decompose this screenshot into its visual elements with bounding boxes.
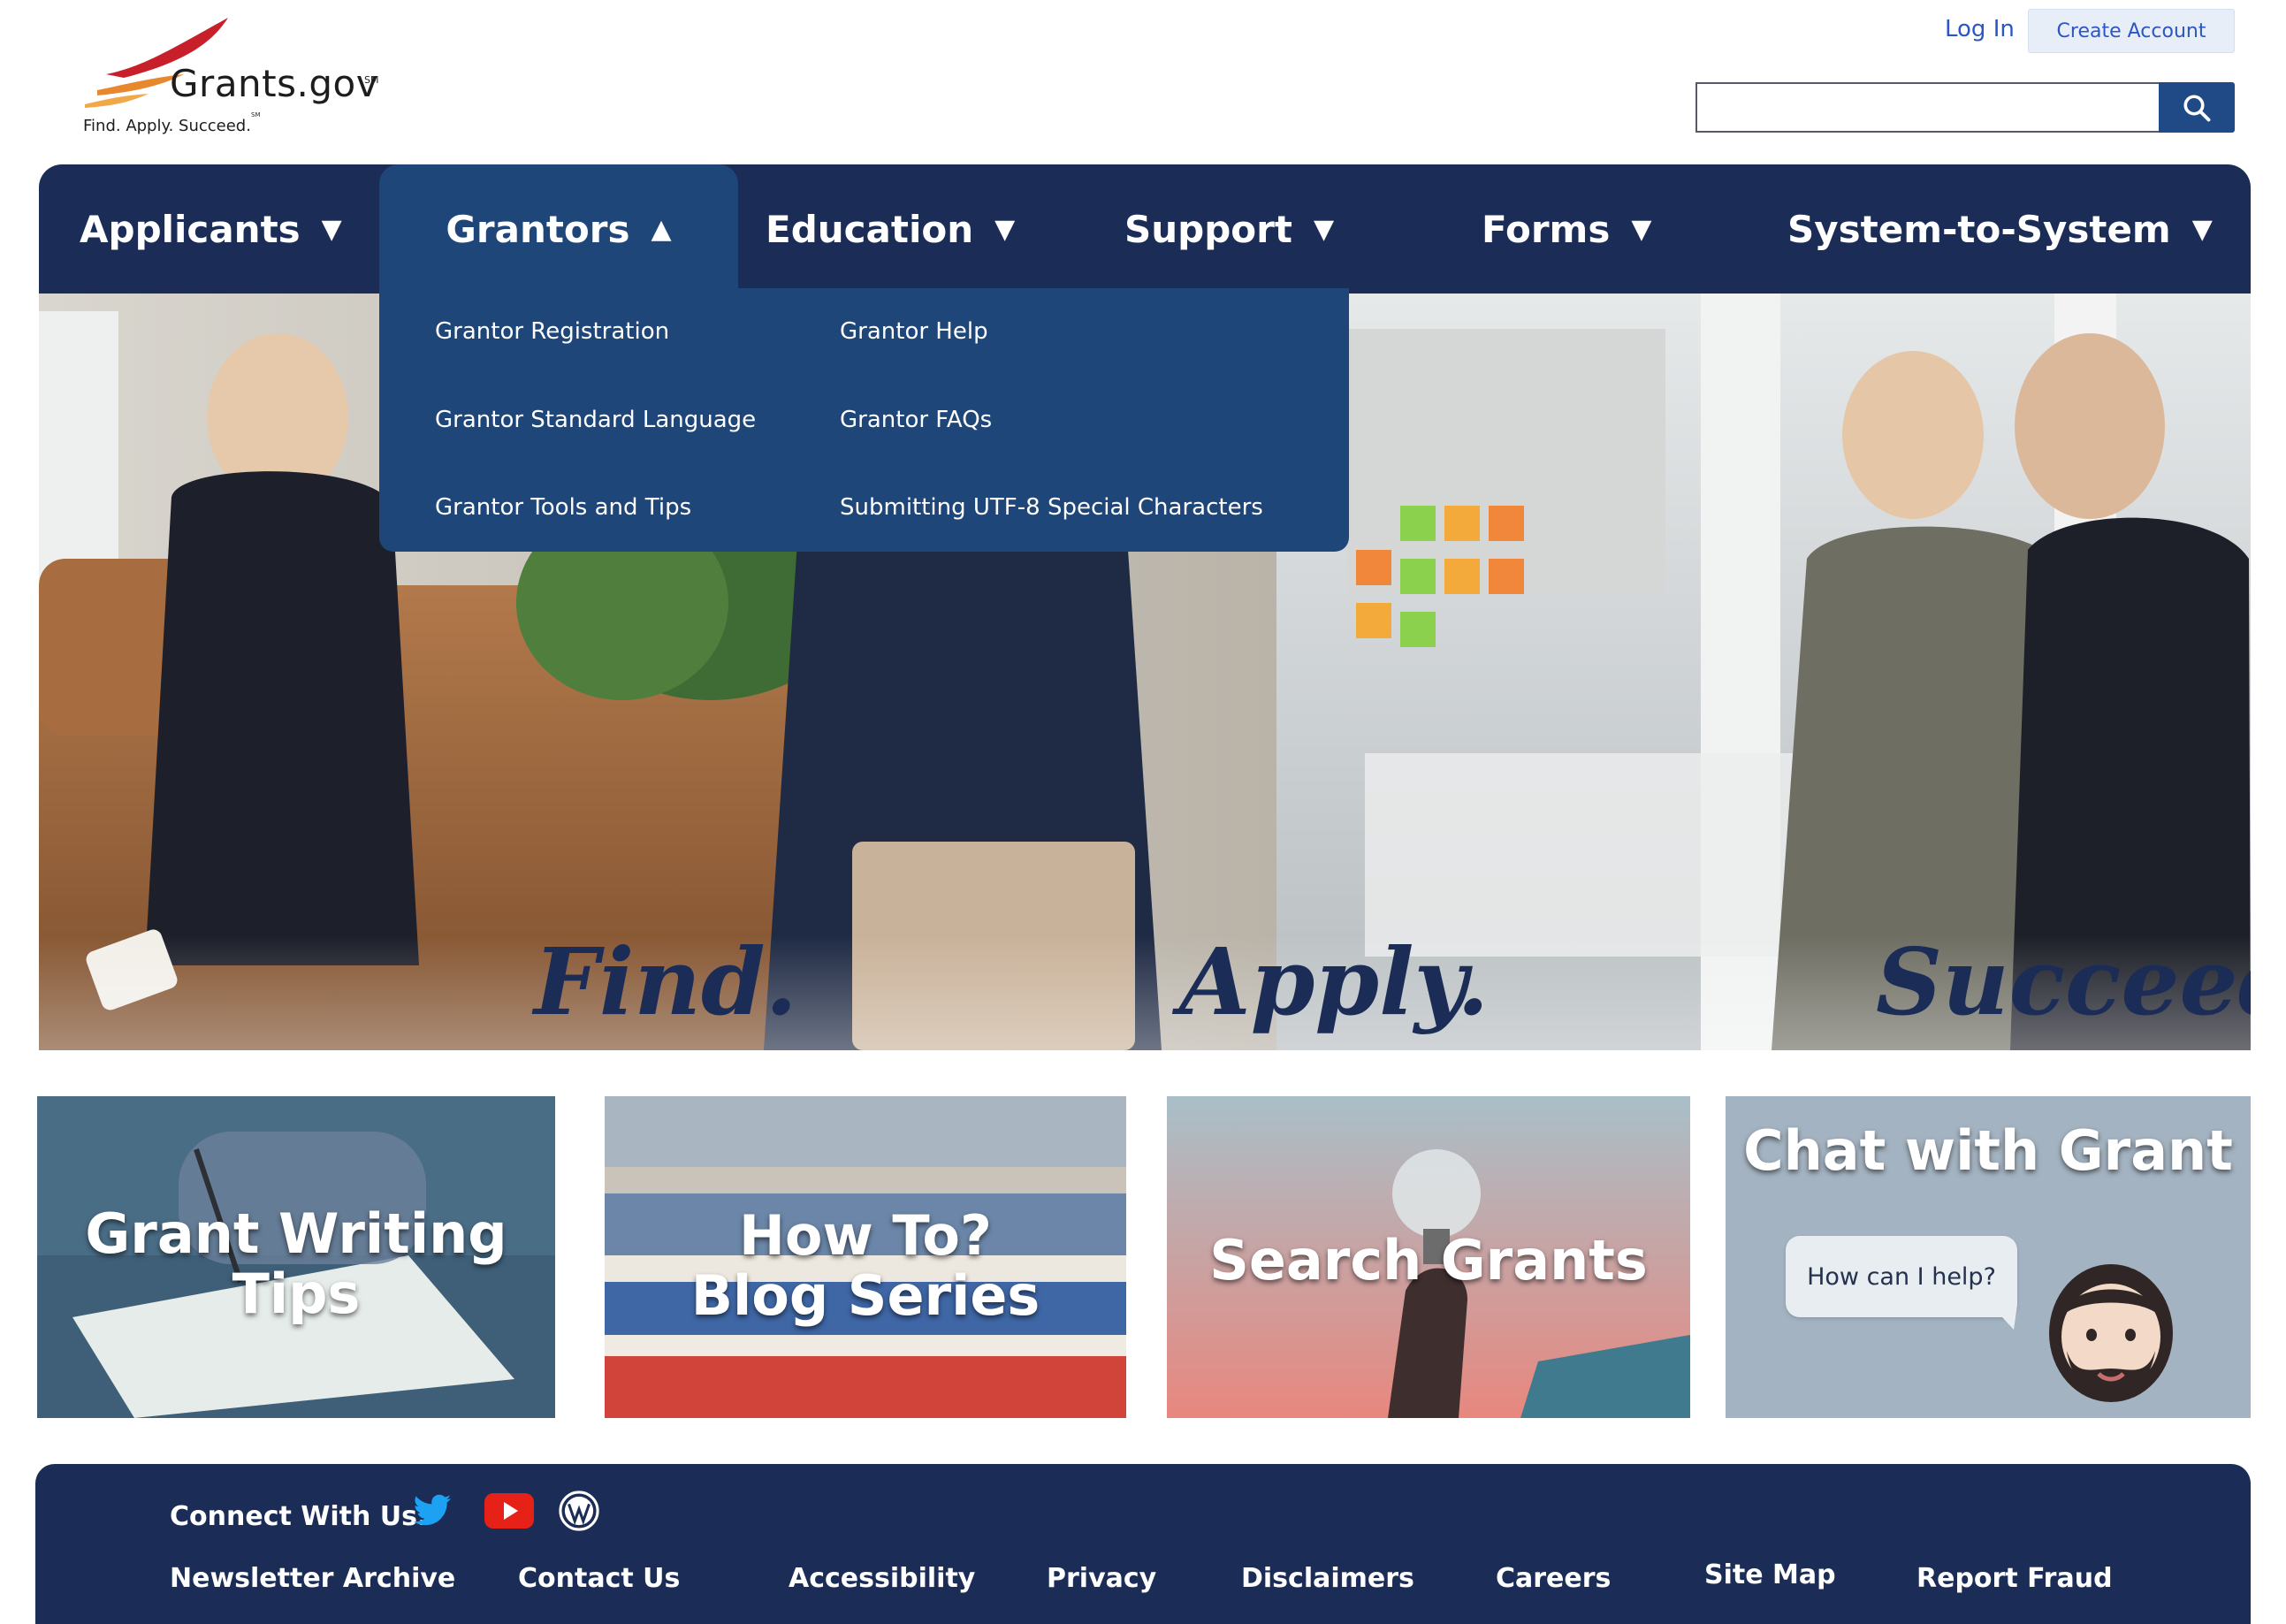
logo-tagline: Find. Apply. Succeed. — [83, 117, 251, 135]
menu-item-grantor-help[interactable]: Grantor Help — [840, 318, 988, 345]
caret-down-icon: ▼ — [994, 213, 1016, 245]
logo-service-mark: SM — [364, 74, 379, 86]
nav-forms[interactable]: Forms ▼ — [1482, 164, 1651, 294]
caret-up-icon: ▲ — [651, 213, 672, 245]
login-link[interactable]: Log In — [1945, 16, 2015, 42]
caret-down-icon: ▼ — [321, 213, 342, 245]
bubble-tail-icon — [1991, 1305, 2017, 1330]
nav-grantors[interactable]: Grantors ▲ — [379, 164, 738, 294]
menu-item-grantor-standard-language[interactable]: Grantor Standard Language — [435, 407, 756, 433]
hero-word-succeed: Succeed. — [1876, 927, 2251, 1036]
card-title-line: Blog Series — [690, 1263, 1040, 1329]
footer-link-newsletter-archive[interactable]: Newsletter Archive — [170, 1563, 455, 1594]
nav-applicants[interactable]: Applicants ▼ — [80, 164, 342, 294]
nav-education[interactable]: Education ▼ — [766, 164, 1015, 294]
grants-gov-logo[interactable]: Grants.gov SM Find. Apply. Succeed. SM — [80, 16, 398, 149]
logo-wordmark: Grants.gov — [170, 62, 379, 105]
card-title-line: How To? — [739, 1203, 992, 1268]
footer-link-site-map[interactable]: Site Map — [1704, 1559, 1836, 1590]
card-search-grants[interactable]: Search Grants — [1167, 1096, 1690, 1418]
menu-item-grantor-faqs[interactable]: Grantor FAQs — [840, 407, 992, 433]
nav-label: Forms — [1482, 207, 1611, 251]
search-button[interactable] — [2159, 82, 2235, 133]
twitter-icon[interactable] — [410, 1491, 454, 1531]
search-input[interactable] — [1695, 82, 2159, 133]
create-account-button[interactable]: Create Account — [2028, 9, 2235, 53]
footer-link-privacy[interactable]: Privacy — [1047, 1563, 1156, 1594]
chat-avatar-icon — [2049, 1264, 2173, 1402]
caret-down-icon: ▼ — [1631, 213, 1652, 245]
nav-label: Support — [1124, 207, 1292, 251]
menu-item-grantor-registration[interactable]: Grantor Registration — [435, 318, 669, 345]
card-title: Search Grants — [1209, 1228, 1648, 1292]
grantors-dropdown-menu: Grantor Registration Grantor Standard La… — [379, 288, 1349, 552]
caret-down-icon: ▼ — [1313, 213, 1335, 245]
main-nav: Applicants ▼ Grantors ▲ Education ▼ Supp… — [39, 164, 2251, 294]
logo-tagline-mark: SM — [251, 111, 261, 118]
youtube-icon[interactable] — [484, 1491, 534, 1531]
connect-label: Connect With Us: — [170, 1501, 428, 1532]
footer-link-contact-us[interactable]: Contact Us — [518, 1563, 680, 1594]
chat-bubble: How can I help? — [1786, 1236, 2017, 1317]
card-title-line: Tips — [232, 1262, 361, 1327]
hero-word-apply: Apply. — [1179, 927, 1490, 1036]
menu-item-utf8-special-characters[interactable]: Submitting UTF-8 Special Characters — [840, 494, 1263, 521]
menu-item-grantor-tools-and-tips[interactable]: Grantor Tools and Tips — [435, 494, 691, 521]
site-footer: Connect With Us: Newsletter Archive Cont… — [35, 1464, 2251, 1624]
search-icon — [2183, 94, 2211, 121]
nav-label: System-to-System — [1787, 207, 2171, 251]
nav-label: Applicants — [80, 207, 301, 251]
footer-link-careers[interactable]: Careers — [1496, 1563, 1611, 1594]
nav-system-to-system[interactable]: System-to-System ▼ — [1787, 164, 2213, 294]
wordpress-icon[interactable] — [559, 1491, 599, 1531]
nav-label: Grantors — [446, 207, 630, 251]
hero-word-find: Find. — [534, 927, 797, 1036]
card-title: Chat with Grant — [1743, 1118, 2233, 1183]
card-how-to-blog-series[interactable]: How To? Blog Series — [605, 1096, 1126, 1418]
card-chat-with-grant[interactable]: Chat with Grant How can I help? — [1726, 1096, 2251, 1418]
card-grant-writing-tips[interactable]: Grant Writing Tips — [37, 1096, 555, 1418]
caret-down-icon: ▼ — [2191, 213, 2213, 245]
footer-link-report-fraud[interactable]: Report Fraud — [1916, 1563, 2113, 1594]
footer-link-accessibility[interactable]: Accessibility — [789, 1563, 975, 1594]
nav-label: Education — [766, 207, 974, 251]
card-title-line: Grant Writing — [85, 1201, 507, 1266]
footer-link-disclaimers[interactable]: Disclaimers — [1241, 1563, 1414, 1594]
nav-support[interactable]: Support ▼ — [1124, 164, 1334, 294]
